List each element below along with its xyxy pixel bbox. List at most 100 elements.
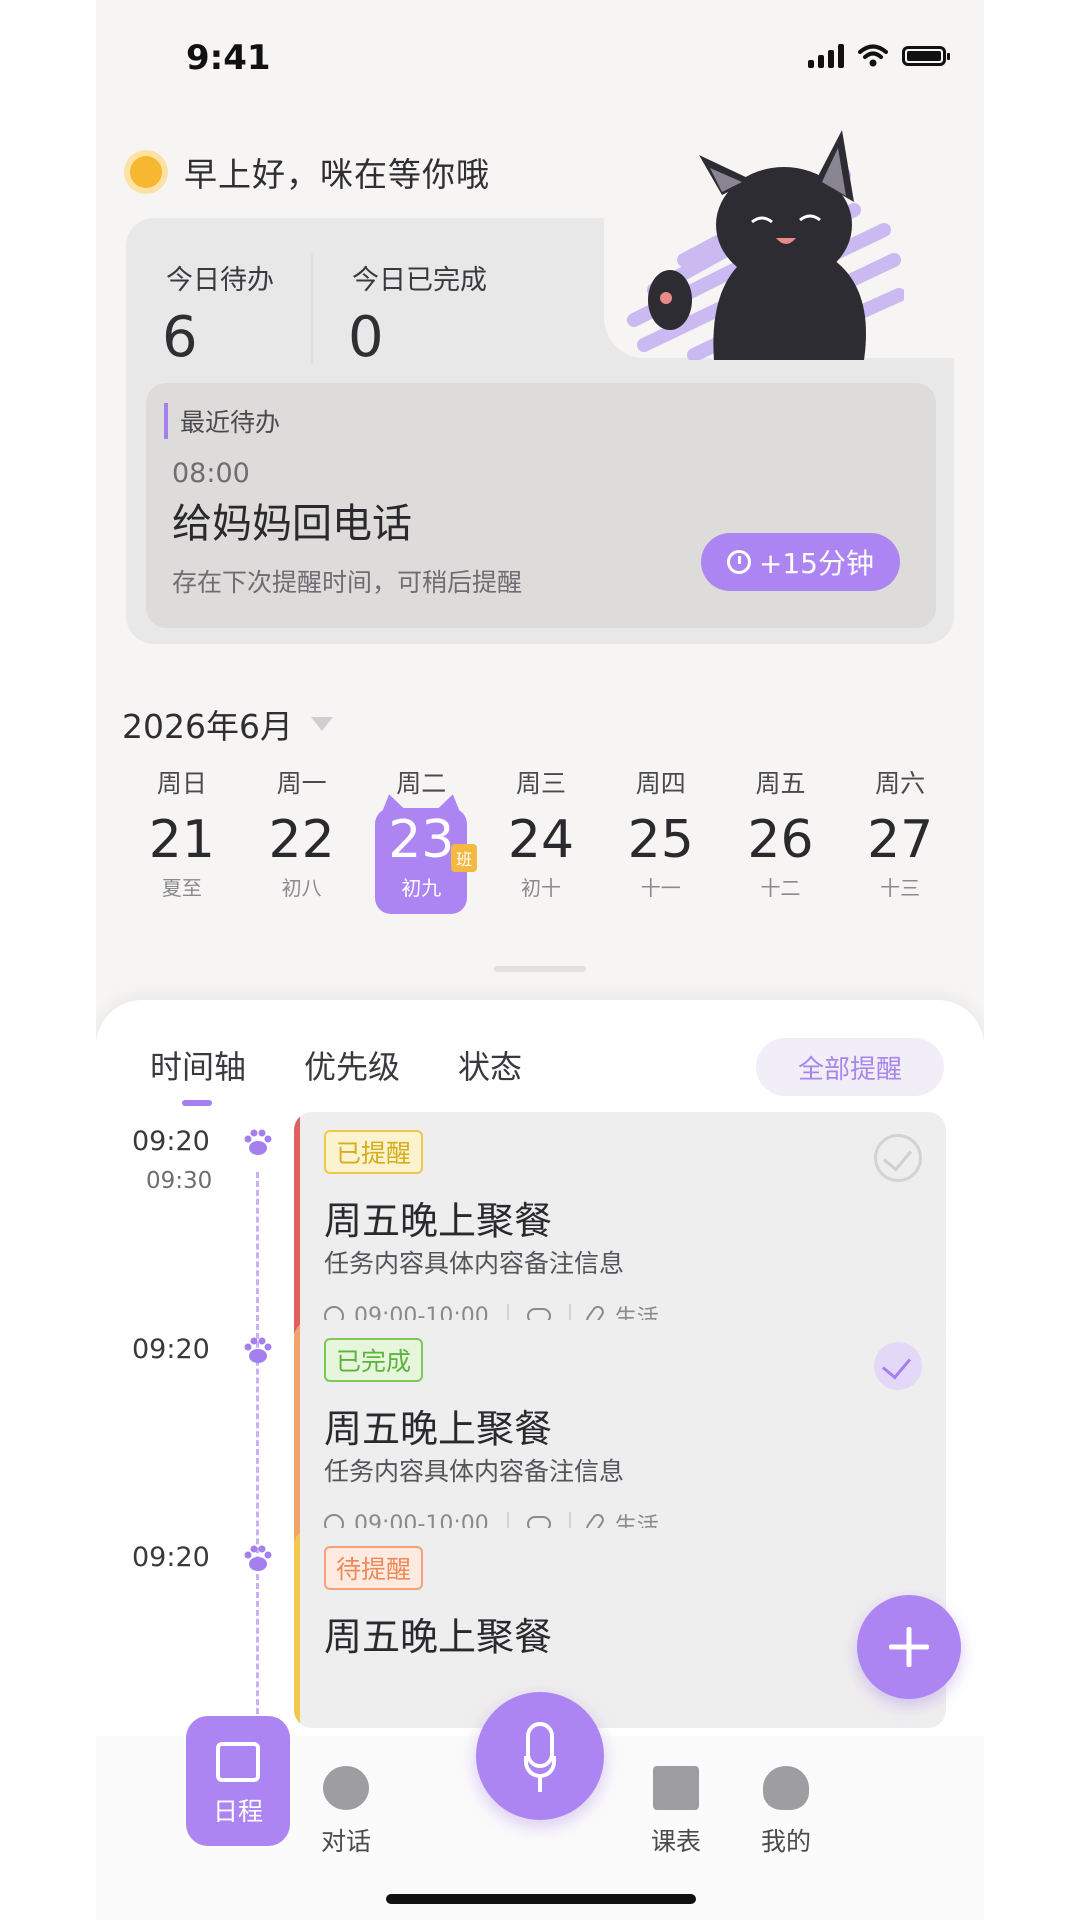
today-todo-label: 今日待办: [158, 250, 274, 297]
today-todo-stat[interactable]: 今日待办 6: [158, 250, 274, 370]
task-title: 周五晚上聚餐: [324, 1407, 553, 1451]
task-title: 周五晚上聚餐: [324, 1615, 553, 1659]
task-description: 任务内容具体内容备注信息: [324, 1457, 625, 1486]
drag-handle[interactable]: [494, 966, 586, 972]
calendar-day[interactable]: 周三 24 初十: [481, 764, 601, 914]
task-panel: 时间轴 优先级 状态 全部提醒 09:20 09:30 已提醒 周五晚上聚餐 任…: [96, 1000, 984, 1740]
task-end-time: 09:30: [146, 1168, 213, 1194]
priority-bar: [294, 1528, 300, 1728]
lunar-label: 初十: [521, 876, 562, 900]
day-number: 26: [747, 810, 814, 870]
nav-schedule[interactable]: 日程: [186, 1716, 290, 1846]
recent-todo-card[interactable]: 最近待办 08:00 给妈妈回电话 存在下次提醒时间，可稍后提醒 +15分钟: [146, 383, 936, 628]
priority-bar: [294, 1320, 300, 1558]
recent-todo-title: 最近待办: [164, 403, 280, 439]
task-start-time: 09:20: [132, 1542, 210, 1573]
lunar-label: 初八: [281, 876, 322, 900]
priority-bar: [294, 1112, 300, 1350]
clock-icon: [726, 550, 751, 574]
nav-me-label: 我的: [760, 1827, 811, 1856]
complete-checkbox[interactable]: [874, 1134, 922, 1182]
today-done-stat[interactable]: 今日已完成 0: [344, 250, 487, 370]
greeting: 早上好，咪在等你哦: [130, 148, 490, 196]
month-selector[interactable]: 2026年6月: [122, 700, 333, 748]
weekday-label: 周三: [516, 769, 567, 798]
weekday-label: 周二: [396, 769, 447, 798]
day-number: 24: [507, 810, 575, 870]
status-time: 9:41: [186, 38, 271, 78]
calendar-day[interactable]: 周四 25 十一: [601, 764, 721, 914]
bottom-nav: 日程 对话 课表 我的: [96, 1692, 984, 1920]
task-start-time: 09:20: [132, 1334, 210, 1365]
mic-stem: [538, 1778, 542, 1792]
weekday-label: 周四: [635, 769, 686, 798]
snooze-button[interactable]: +15分钟: [700, 533, 900, 591]
workday-badge: 班: [451, 844, 478, 872]
mic-stand: [524, 1756, 556, 1778]
lunar-label: 十二: [760, 876, 801, 900]
recent-todo-task: 给妈妈回电话: [172, 501, 412, 547]
snooze-label: +15分钟: [758, 547, 874, 580]
tab-timeline[interactable]: 时间轴: [150, 1042, 246, 1106]
view-tabs: 时间轴 优先级 状态: [150, 1042, 522, 1106]
lunar-label: 十一: [640, 876, 681, 900]
nav-timetable[interactable]: 课表: [626, 1766, 726, 1858]
week-strip: 周日 21 夏至 周一 22 初八 周二 23 初九 班 周三 24 初十 周四…: [122, 764, 960, 914]
all-reminders-button[interactable]: 全部提醒: [756, 1038, 944, 1096]
calendar-day-selected[interactable]: 周二 23 初九 班: [361, 764, 481, 914]
task-card[interactable]: 已完成 周五晚上聚餐 任务内容具体内容备注信息 09:00-10:00 生活: [294, 1320, 946, 1558]
nav-chat[interactable]: 对话: [296, 1766, 396, 1858]
nav-schedule-label: 日程: [212, 1797, 263, 1826]
task-title: 周五晚上聚餐: [324, 1199, 553, 1243]
cat-mascot-illustration: [627, 130, 904, 360]
nav-me[interactable]: 我的: [736, 1766, 836, 1858]
day-number: 21: [148, 810, 215, 870]
cat-head-icon: [763, 1766, 809, 1810]
tab-status[interactable]: 状态: [458, 1042, 522, 1088]
calendar-day[interactable]: 周日 21 夏至: [122, 764, 242, 914]
status-badge: 待提醒: [324, 1546, 424, 1590]
task-card[interactable]: 已提醒 周五晚上聚餐 任务内容具体内容备注信息 09:00-10:00 生活: [294, 1112, 946, 1350]
day-number: 27: [867, 810, 934, 870]
task-card[interactable]: 待提醒 周五晚上聚餐: [294, 1528, 946, 1728]
day-number: 25: [627, 810, 694, 870]
tab-priority[interactable]: 优先级: [304, 1042, 400, 1088]
calendar-day[interactable]: 周一 22 初八: [242, 764, 362, 914]
completed-checkbox[interactable]: [874, 1342, 922, 1390]
add-task-button[interactable]: [857, 1595, 961, 1699]
sun-icon: [130, 156, 162, 188]
today-todo-count: 6: [162, 305, 198, 370]
stat-divider: [311, 254, 313, 364]
weekday-label: 周五: [755, 769, 806, 798]
today-done-count: 0: [348, 305, 384, 370]
book-icon: [653, 1766, 699, 1810]
weekday-label: 周日: [156, 769, 207, 798]
weekday-label: 周六: [875, 769, 926, 798]
calendar-icon: [216, 1742, 260, 1782]
recent-todo-time: 08:00: [172, 458, 250, 489]
lunar-label: 夏至: [161, 876, 202, 900]
day-number: 22: [268, 810, 335, 870]
wifi-icon: [858, 44, 888, 67]
month-label: 2026年6月: [122, 707, 293, 746]
paw-icon: [244, 1545, 272, 1571]
lunar-label: 初九: [401, 876, 442, 900]
chat-bubble-icon: [323, 1766, 369, 1810]
paw-icon: [244, 1129, 272, 1155]
calendar-day[interactable]: 周六 27 十三: [840, 764, 960, 914]
battery-icon: [902, 46, 950, 66]
phone-screen: 9:41 早上好，咪在等你哦 今日待办 6 今日已完成 0 最近待办 08:00: [96, 0, 984, 1920]
calendar-day[interactable]: 周五 26 十二: [721, 764, 841, 914]
task-description: 任务内容具体内容备注信息: [324, 1249, 625, 1278]
nav-timetable-label: 课表: [650, 1827, 701, 1856]
task-start-time: 09:20: [132, 1126, 210, 1157]
home-indicator[interactable]: [386, 1894, 696, 1904]
weekday-label: 周一: [276, 769, 327, 798]
lunar-label: 十三: [880, 876, 921, 900]
status-badge: 已提醒: [324, 1130, 424, 1174]
greeting-text: 早上好，咪在等你哦: [184, 155, 490, 194]
voice-input-button[interactable]: [476, 1692, 604, 1820]
status-badge: 已完成: [324, 1338, 424, 1382]
timeline-line: [256, 1172, 259, 1732]
today-done-label: 今日已完成: [344, 250, 487, 297]
